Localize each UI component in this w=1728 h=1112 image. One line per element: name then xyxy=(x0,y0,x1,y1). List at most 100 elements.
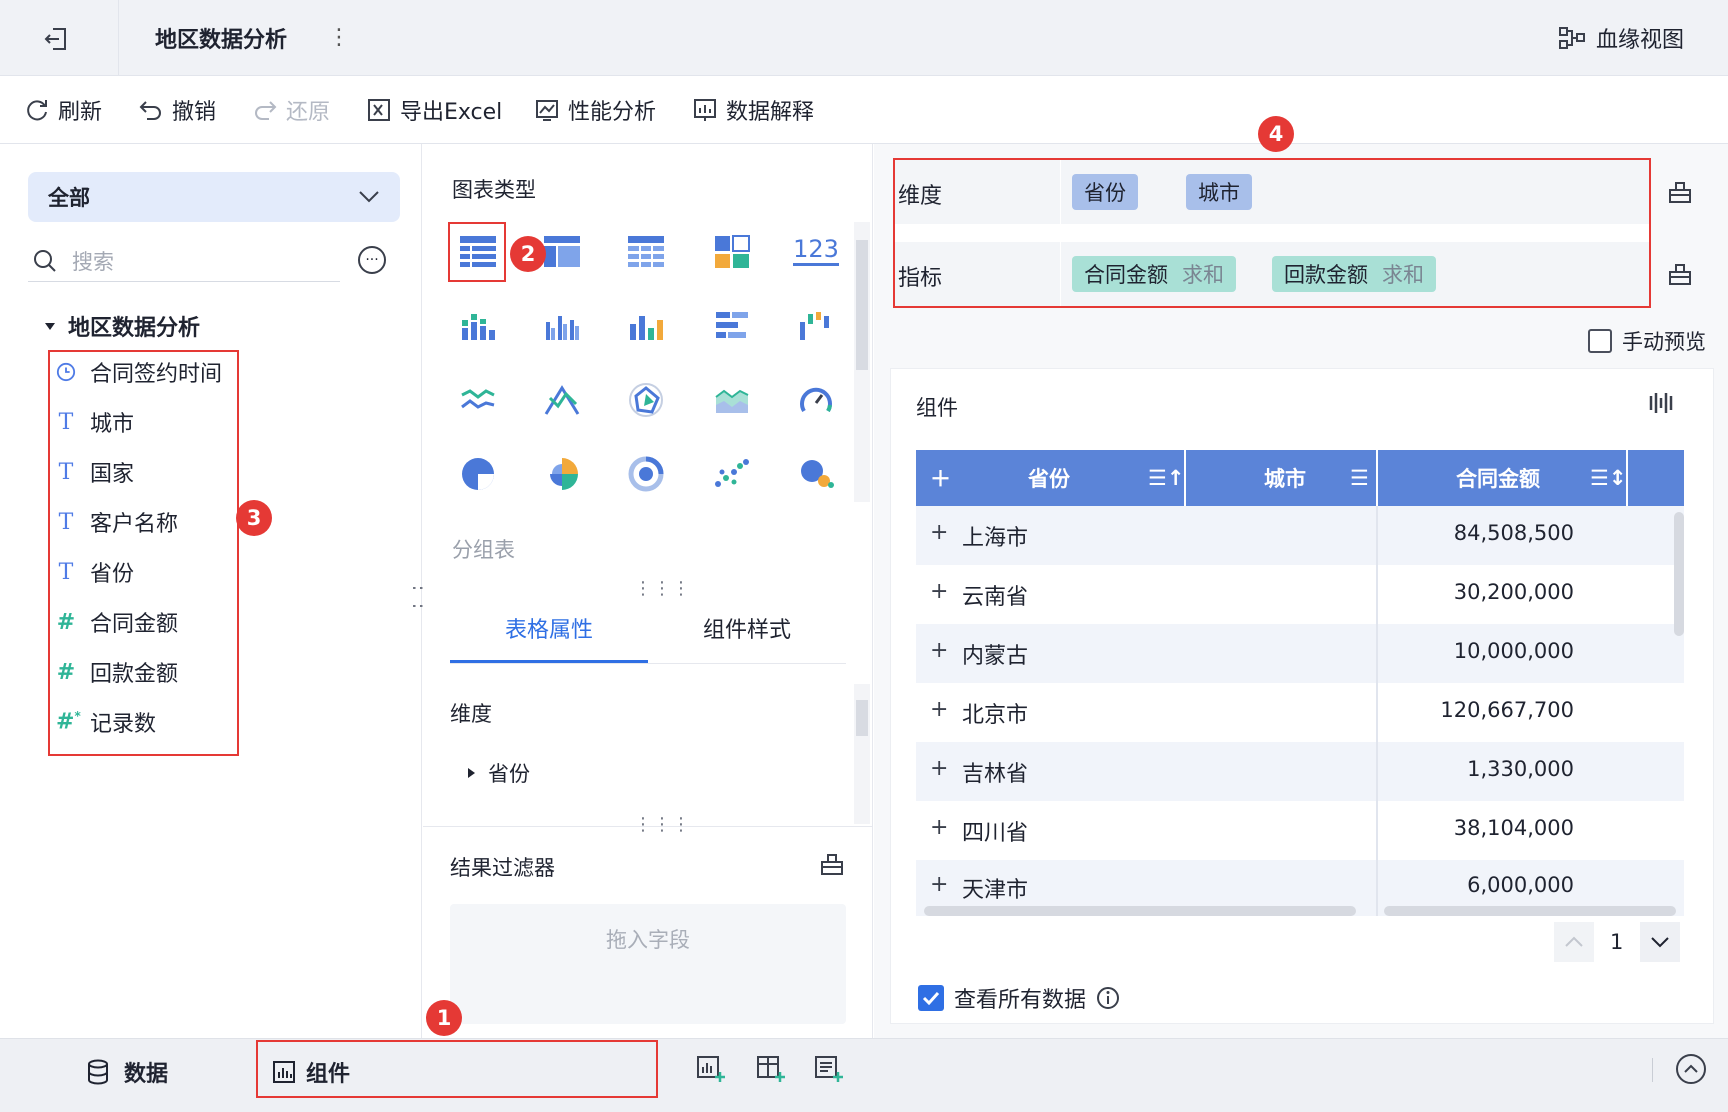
number-chart-label: 123 xyxy=(793,235,839,266)
scope-select[interactable]: 全部 xyxy=(28,172,400,222)
sort-icon[interactable]: ☰↑ xyxy=(1148,450,1184,506)
field-search-input[interactable]: 搜索 xyxy=(28,240,340,282)
rose-chart-icon[interactable] xyxy=(540,452,584,496)
column-header[interactable]: 城市 xyxy=(1264,450,1306,506)
row-expand-icon[interactable]: + xyxy=(930,815,948,840)
column-header[interactable]: 省份 xyxy=(1028,450,1070,506)
search-icon xyxy=(34,249,56,272)
expand-all-button[interactable]: ＋ xyxy=(930,450,951,506)
table-horizontal-scrollbar[interactable] xyxy=(924,906,1356,916)
performance-analysis-button[interactable]: 性能分析 xyxy=(534,94,656,126)
shelf-divider xyxy=(1060,160,1061,224)
view-all-label: 查看所有数据 xyxy=(954,988,1087,1013)
province-cell: 上海市 xyxy=(962,526,1029,551)
column-separator xyxy=(1626,450,1628,506)
row-expand-icon[interactable]: + xyxy=(930,520,948,545)
data-explain-button[interactable]: 数据解释 xyxy=(692,94,814,126)
dimension-shelf[interactable] xyxy=(895,160,1649,224)
page-down-button[interactable] xyxy=(1640,922,1680,962)
group-table-chart-icon[interactable] xyxy=(540,230,584,274)
table-row[interactable]: + 云南省 30,200,000 xyxy=(916,565,1684,624)
info-icon[interactable] xyxy=(1096,986,1120,1010)
chart-type-scrollbar-thumb[interactable] xyxy=(856,240,868,370)
bubble-chart-icon[interactable] xyxy=(794,452,838,496)
add-text-icon[interactable] xyxy=(814,1054,844,1084)
add-table-icon[interactable] xyxy=(756,1054,786,1084)
bottom-tab-data[interactable]: 数据 xyxy=(86,1056,168,1088)
manual-preview-checkbox[interactable] xyxy=(1588,329,1612,353)
pie-chart-icon[interactable] xyxy=(456,452,500,496)
sort-icon[interactable]: ☰↕ xyxy=(1590,450,1626,506)
table-row[interactable]: + 内蒙古 10,000,000 xyxy=(916,624,1684,683)
bottom-tab-component[interactable]: 组件 xyxy=(272,1056,350,1088)
dimension-pill[interactable]: 城市 xyxy=(1186,174,1252,210)
table-horizontal-scrollbar[interactable] xyxy=(1384,906,1676,916)
lineage-view-button[interactable]: 血缘视图 xyxy=(1558,22,1684,54)
province-cell: 四川省 xyxy=(962,821,1029,846)
area-chart-icon[interactable] xyxy=(710,378,754,422)
measure-shelf-settings-icon[interactable] xyxy=(1668,262,1692,286)
column-header[interactable]: 合同金额 xyxy=(1456,450,1540,506)
more-options-icon[interactable]: ··· xyxy=(358,246,386,274)
annotation-badge-2: 2 xyxy=(510,236,546,272)
gauge-chart-icon[interactable] xyxy=(794,378,838,422)
table-row[interactable]: + 吉林省 1,330,000 xyxy=(916,742,1684,801)
tab-component-style[interactable]: 组件样式 xyxy=(648,612,846,644)
grouped-column-chart-icon[interactable] xyxy=(540,304,584,348)
bar-chart-icon[interactable] xyxy=(710,304,754,348)
view-all-data-toggle[interactable]: 查看所有数据 xyxy=(918,982,1120,1014)
number-chart-icon[interactable]: 123 xyxy=(793,228,839,272)
collapse-up-icon[interactable] xyxy=(1676,1054,1706,1084)
table-vertical-scrollbar[interactable] xyxy=(1674,512,1684,636)
filter-settings-icon[interactable] xyxy=(820,852,844,876)
resize-handle[interactable]: ⋮⋮⋮ xyxy=(634,578,691,599)
manual-preview-toggle[interactable]: 手动预览 xyxy=(1588,326,1706,356)
properties-scrollbar-thumb[interactable] xyxy=(856,700,868,736)
column-chart-icon[interactable] xyxy=(624,304,668,348)
sort-icon[interactable]: ☰ xyxy=(1350,450,1369,506)
scatter-chart-icon[interactable] xyxy=(710,452,754,496)
dimension-shelf-settings-icon[interactable] xyxy=(1668,180,1692,204)
page-title: 地区数据分析 xyxy=(155,28,288,53)
drop-hint: 拖入字段 xyxy=(606,928,690,952)
dimension-pill[interactable]: 省份 xyxy=(1072,174,1138,210)
refresh-button[interactable]: 刷新 xyxy=(24,94,102,126)
row-expand-icon[interactable]: + xyxy=(930,756,948,781)
undo-button[interactable]: 撤销 xyxy=(138,94,216,126)
donut-chart-icon[interactable] xyxy=(624,452,668,496)
resize-handle[interactable]: ⋮⋮⋮ xyxy=(634,814,691,835)
radar-chart-icon[interactable] xyxy=(624,378,668,422)
row-expand-icon[interactable]: + xyxy=(930,872,948,897)
more-vertical-icon[interactable]: ⋮ xyxy=(328,20,350,54)
table-row[interactable]: + 上海市 84,508,500 xyxy=(916,506,1684,565)
export-excel-label: 导出Excel xyxy=(400,100,503,125)
annotation-badge-4: 4 xyxy=(1258,116,1294,152)
radar-line-chart-icon[interactable] xyxy=(540,378,584,422)
export-excel-button[interactable]: 导出Excel xyxy=(366,94,502,126)
row-expand-icon[interactable]: + xyxy=(930,697,948,722)
dimension-item[interactable]: 省份 xyxy=(466,758,530,788)
table-row[interactable]: + 四川省 38,104,000 xyxy=(916,801,1684,860)
crosstab-chart-icon[interactable] xyxy=(624,230,668,274)
view-all-checkbox[interactable] xyxy=(918,985,944,1011)
redo-button[interactable]: 还原 xyxy=(252,94,330,126)
back-button[interactable] xyxy=(36,20,76,58)
line-chart-icon[interactable] xyxy=(456,378,500,422)
filter-drop-zone[interactable]: 拖入字段 xyxy=(450,904,846,1024)
province-cell: 天津市 xyxy=(962,878,1029,903)
table-row[interactable]: + 北京市 120,667,700 xyxy=(916,683,1684,742)
measure-pill[interactable]: 回款金额 求和 xyxy=(1272,256,1436,292)
kpi-card-chart-icon[interactable] xyxy=(710,230,754,274)
stacked-column-chart-icon[interactable] xyxy=(456,304,500,348)
tab-table-properties[interactable]: 表格属性 xyxy=(450,612,648,644)
component-title: 组件 xyxy=(916,396,958,420)
refresh-icon xyxy=(27,100,47,121)
chart-settings-icon[interactable] xyxy=(1648,390,1674,416)
dataset-tree-root[interactable]: 地区数据分析 xyxy=(44,310,200,342)
waterfall-chart-icon[interactable] xyxy=(794,304,838,348)
add-chart-icon[interactable] xyxy=(696,1054,726,1084)
measure-pill[interactable]: 合同金额 求和 xyxy=(1072,256,1236,292)
row-expand-icon[interactable]: + xyxy=(930,579,948,604)
row-expand-icon[interactable]: + xyxy=(930,638,948,663)
page-up-button[interactable] xyxy=(1554,922,1594,962)
